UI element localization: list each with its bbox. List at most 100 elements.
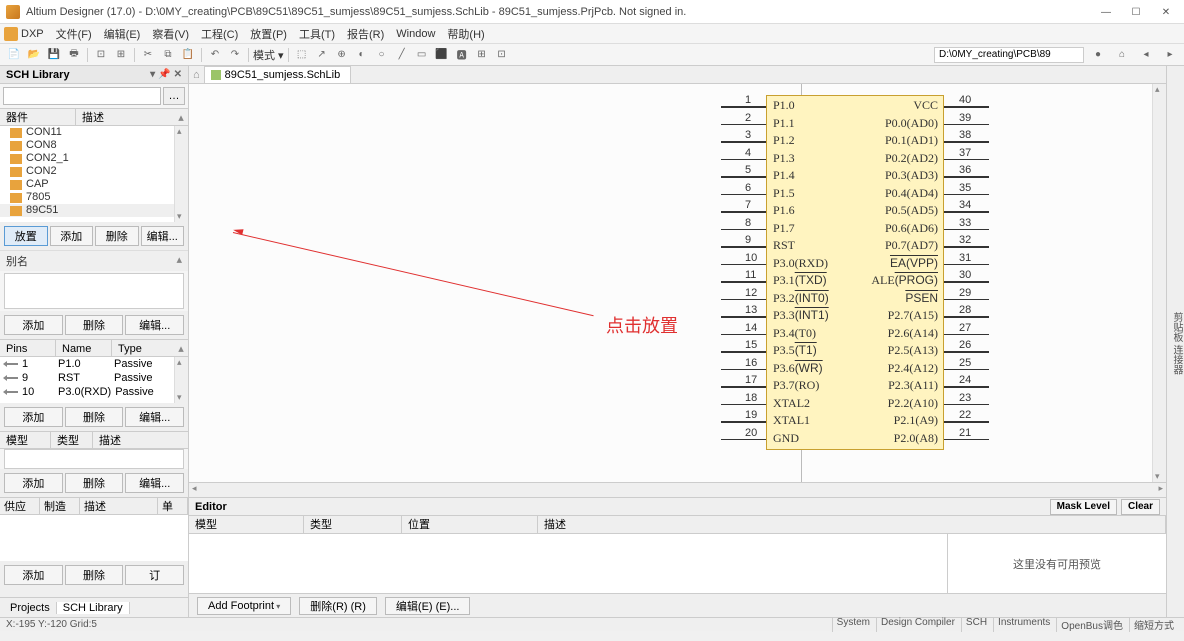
be-col-type[interactable]: 类型 xyxy=(304,516,402,533)
menu-help[interactable]: 帮助(H) xyxy=(441,26,490,42)
be-edit-button[interactable]: 编辑(E) (E)... xyxy=(385,597,471,615)
copy-icon[interactable]: ⧉ xyxy=(159,46,177,64)
filter-more-button[interactable]: … xyxy=(163,87,185,105)
alias-scroll-icon[interactable]: ▴ xyxy=(176,253,182,269)
order-button[interactable]: 订 xyxy=(125,565,184,585)
pin-row[interactable]: 10P3.0(RXD)Passive xyxy=(0,385,188,399)
open-icon[interactable]: 📂 xyxy=(25,46,43,64)
save-icon[interactable]: 💾 xyxy=(45,46,63,64)
status-tab[interactable]: OpenBus调色 xyxy=(1056,617,1127,632)
name-col[interactable]: Name xyxy=(56,340,112,356)
pin-row[interactable]: 1P1.0Passive xyxy=(0,357,188,371)
pins-scrollbar[interactable] xyxy=(174,357,188,403)
tab-schlib[interactable]: SCH Library xyxy=(56,602,130,614)
menu-tools[interactable]: 工具(T) xyxy=(293,26,341,42)
pin-row[interactable]: 9RSTPassive xyxy=(0,371,188,385)
alias-del-button[interactable]: 删除 xyxy=(65,315,124,335)
component-item[interactable]: CAP xyxy=(0,178,188,191)
maximize-button[interactable]: ☐ xyxy=(1122,4,1150,20)
close-button[interactable]: ✕ xyxy=(1152,4,1180,20)
alias-add-button[interactable]: 添加 xyxy=(4,315,63,335)
component-item[interactable]: CON2 xyxy=(0,165,188,178)
home-tab-icon[interactable]: ⌂ xyxy=(193,69,200,81)
sup-add-button[interactable]: 添加 xyxy=(4,565,63,585)
add-button[interactable]: 添加 xyxy=(50,226,94,246)
component-item[interactable]: CON8 xyxy=(0,139,188,152)
cut-icon[interactable]: ✂ xyxy=(139,46,157,64)
price-col[interactable]: 单价 xyxy=(158,498,188,514)
edit-button[interactable]: 编辑... xyxy=(141,226,185,246)
tab-projects[interactable]: Projects xyxy=(4,602,56,614)
tool-icon-8[interactable]: ⬛ xyxy=(433,46,451,64)
path-input[interactable] xyxy=(934,47,1084,63)
pin-add-button[interactable]: 添加 xyxy=(4,407,63,427)
component-item[interactable]: CON2_1 xyxy=(0,152,188,165)
mode-label[interactable]: 模式 ▾ xyxy=(253,46,284,64)
document-tab[interactable]: 89C51_sumjess.SchLib xyxy=(204,66,352,83)
scrollbar[interactable] xyxy=(174,126,188,222)
menu-project[interactable]: 工程(C) xyxy=(195,26,244,42)
new-icon[interactable]: 📄 xyxy=(5,46,23,64)
undo-icon[interactable]: ↶ xyxy=(206,46,224,64)
paste-icon[interactable]: 📋 xyxy=(179,46,197,64)
menu-view[interactable]: 察看(V) xyxy=(146,26,195,42)
menu-file[interactable]: 文件(F) xyxy=(50,26,98,42)
canvas-vscroll[interactable] xyxy=(1152,84,1166,482)
status-tab[interactable]: 缩短方式 xyxy=(1129,617,1178,632)
pins-col[interactable]: Pins xyxy=(0,340,56,356)
pin-del-button[interactable]: 删除 xyxy=(65,407,124,427)
path-go-icon[interactable]: ● xyxy=(1089,46,1107,64)
print-icon[interactable]: 🖶 xyxy=(65,46,83,64)
type-col[interactable]: Type xyxy=(112,340,174,356)
status-tab[interactable]: Design Compiler xyxy=(876,617,959,632)
alias-edit-button[interactable]: 编辑... xyxy=(125,315,184,335)
tool-icon-1[interactable]: ⬚ xyxy=(293,46,311,64)
tool-icon-11[interactable]: ⊡ xyxy=(493,46,511,64)
pin2-icon[interactable]: 📌 xyxy=(158,69,170,80)
tool-icon-6[interactable]: ╱ xyxy=(393,46,411,64)
col-desc[interactable]: 描述 xyxy=(76,109,174,125)
close-panel-icon[interactable]: ✕ xyxy=(174,69,182,80)
minimize-button[interactable]: — xyxy=(1092,4,1120,20)
model-col[interactable]: 模型 xyxy=(0,432,50,448)
model-del-button[interactable]: 删除 xyxy=(65,473,124,493)
component-item[interactable]: CON11 xyxy=(0,126,188,139)
tool-icon-5[interactable]: ○ xyxy=(373,46,391,64)
tool-icon-9[interactable]: 🅰 xyxy=(453,46,471,64)
tool-icon-2[interactable]: ↗ xyxy=(313,46,331,64)
mfr-col[interactable]: 制造商 xyxy=(40,498,80,514)
canvas-hscroll[interactable] xyxy=(189,483,1166,498)
mask-level-button[interactable]: Mask Level xyxy=(1050,499,1117,515)
redo-icon[interactable]: ↷ xyxy=(226,46,244,64)
status-tab[interactable]: SCH xyxy=(961,617,991,632)
fwd-icon[interactable]: ▸ xyxy=(1161,46,1179,64)
component-item[interactable]: 7805 xyxy=(0,191,188,204)
pins-scroll-icon[interactable]: ▴ xyxy=(174,340,188,356)
place-button[interactable]: 放置 xyxy=(4,226,48,246)
tool-icon-7[interactable]: ▭ xyxy=(413,46,431,64)
tool-icon-10[interactable]: ⊞ xyxy=(473,46,491,64)
mtype-col[interactable]: 类型 xyxy=(50,432,92,448)
dxp-menu[interactable]: DXP xyxy=(4,27,44,41)
menu-reports[interactable]: 报告(R) xyxy=(341,26,390,42)
right-sidebar[interactable]: 剪贴板 连接器 xyxy=(1166,66,1184,617)
model-add-button[interactable]: 添加 xyxy=(4,473,63,493)
add-footprint-button[interactable]: Add Footprint xyxy=(197,597,291,615)
schematic-canvas[interactable]: 点击放置 1P1.02P1.13P1.24P1.35P1.46P1.57P1.6… xyxy=(189,84,1166,482)
sdesc-col[interactable]: 描述 xyxy=(80,498,158,514)
mdesc-col[interactable]: 描述 xyxy=(92,432,188,448)
be-col-desc[interactable]: 描述 xyxy=(538,516,1166,533)
pin-icon[interactable]: ▾ xyxy=(150,69,155,80)
delete-button[interactable]: 删除 xyxy=(95,226,139,246)
menu-place[interactable]: 放置(P) xyxy=(244,26,293,42)
menu-edit[interactable]: 编辑(E) xyxy=(98,26,147,42)
supplier-col[interactable]: 供应商 xyxy=(0,498,40,514)
menu-window[interactable]: Window xyxy=(390,28,441,40)
status-tab[interactable]: Instruments xyxy=(993,617,1054,632)
zoom-fit-icon[interactable]: ⊡ xyxy=(92,46,110,64)
component-item[interactable]: 89C51 xyxy=(0,204,188,217)
pin-edit-button[interactable]: 编辑... xyxy=(125,407,184,427)
be-col-loc[interactable]: 位置 xyxy=(402,516,538,533)
be-del-button[interactable]: 删除(R) (R) xyxy=(299,597,377,615)
home-icon[interactable]: ⌂ xyxy=(1113,46,1131,64)
